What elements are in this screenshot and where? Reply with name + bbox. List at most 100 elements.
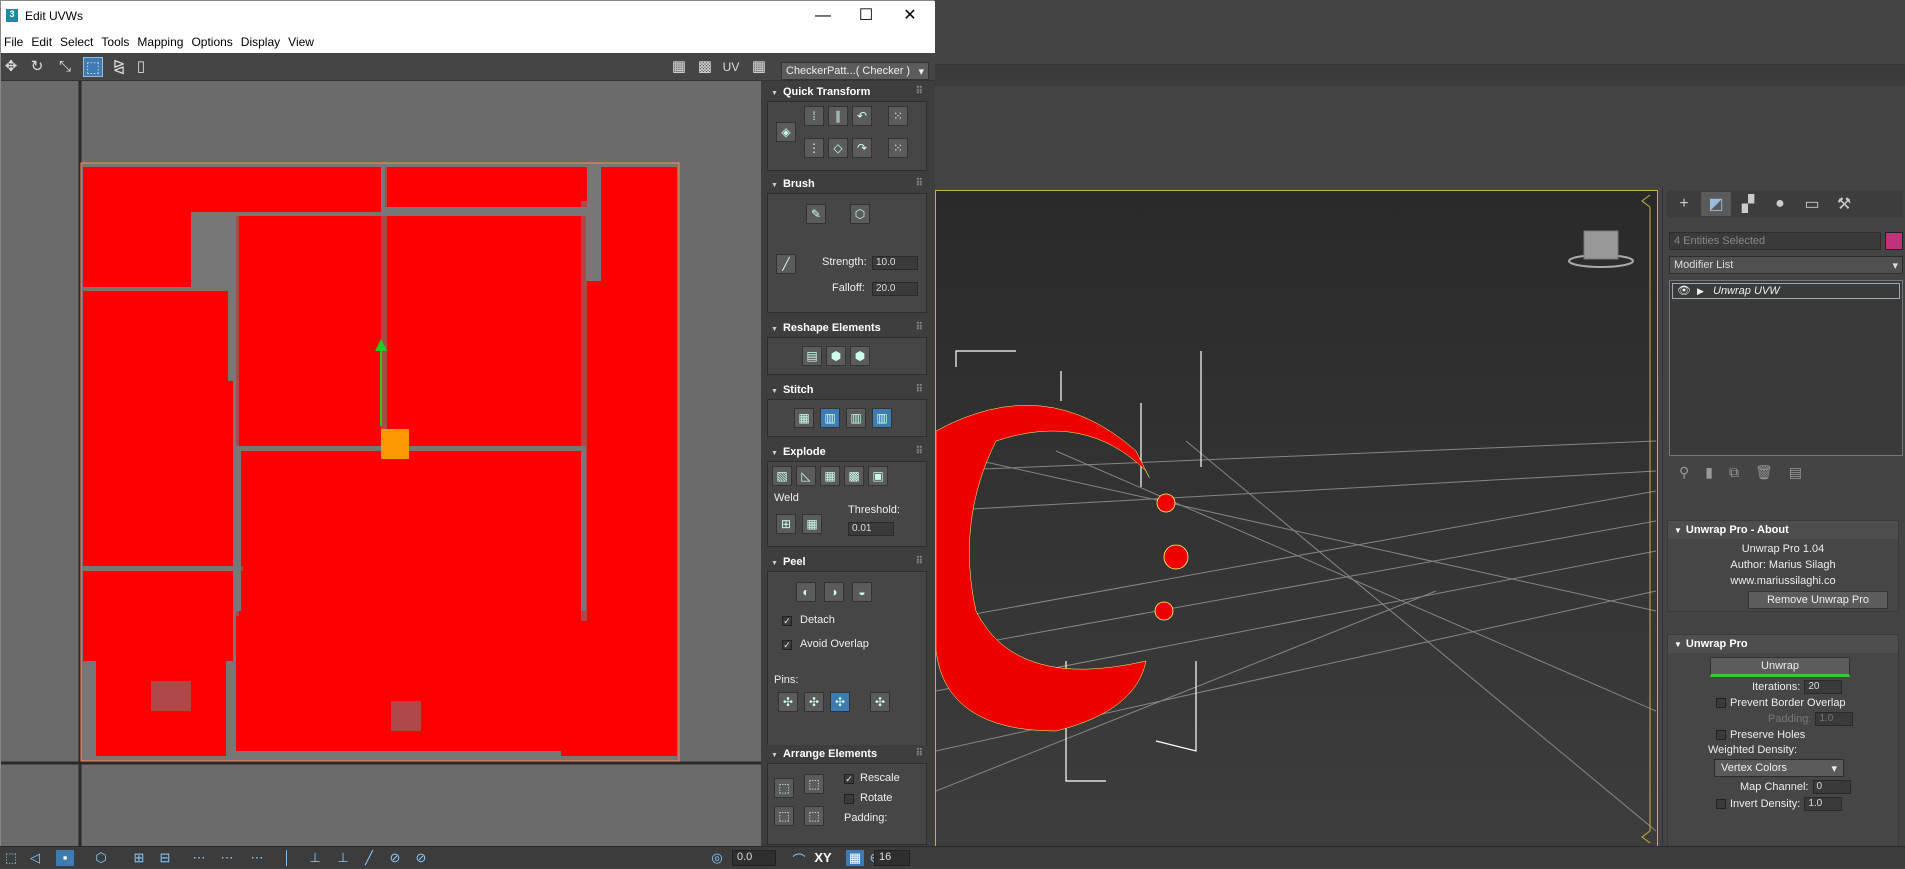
- flatten-by-angle-icon[interactable]: ▩: [844, 466, 864, 486]
- break-icon[interactable]: ▣: [868, 466, 888, 486]
- break-by-smoothing-icon[interactable]: ◺: [796, 466, 816, 486]
- rollout-header[interactable]: ▼ Stitch ⠿: [767, 381, 927, 399]
- make-unique-icon[interactable]: ⧉: [1729, 464, 1739, 484]
- show-map-icon[interactable]: ▩: [695, 57, 715, 77]
- close-button[interactable]: ✕: [893, 5, 927, 27]
- rescale-checkbox[interactable]: ✓: [844, 774, 854, 784]
- rollout-header[interactable]: ▼ Arrange Elements ⠿: [767, 745, 927, 763]
- scale-icon[interactable]: ⤡: [55, 57, 75, 77]
- pick-texture-icon[interactable]: ▦: [749, 57, 769, 77]
- rollout-header[interactable]: ▼ Quick Transform ⠿: [767, 83, 927, 101]
- viewcube-icon[interactable]: [1568, 230, 1634, 268]
- grid-snap-icon[interactable]: ▦: [846, 850, 864, 866]
- weld-selected-icon[interactable]: ⊞: [776, 514, 796, 534]
- grow-selection-icon[interactable]: ⊞: [130, 850, 148, 866]
- align-horizontal-icon[interactable]: ⁞: [804, 106, 824, 126]
- uv-editor-canvas[interactable]: [1, 81, 761, 847]
- density-source-dropdown[interactable]: Vertex Colors ▾: [1714, 759, 1844, 777]
- break-by-material-icon[interactable]: ▦: [820, 466, 840, 486]
- menu-options[interactable]: Options: [188, 35, 237, 49]
- motion-tab-icon[interactable]: ●: [1765, 192, 1795, 216]
- selected-island[interactable]: [381, 429, 409, 459]
- unwrap-button[interactable]: Unwrap: [1710, 657, 1850, 677]
- ring-icon[interactable]: ⋯: [218, 850, 236, 866]
- configure-sets-icon[interactable]: ▤: [1789, 464, 1802, 484]
- object-color-swatch[interactable]: [1885, 232, 1903, 250]
- relax-until-flat-icon[interactable]: ⬢: [850, 346, 870, 366]
- pack-together-icon[interactable]: ⬚: [804, 774, 824, 794]
- brush-line-icon[interactable]: ╱: [776, 254, 796, 274]
- perspective-viewport[interactable]: [935, 190, 1658, 848]
- padding-spinner[interactable]: 1.0: [1815, 712, 1854, 726]
- loop-icon[interactable]: ⋯: [190, 850, 208, 866]
- axis-toggle[interactable]: XY: [810, 850, 836, 866]
- menu-file[interactable]: File: [1, 35, 28, 49]
- rotate-checkbox[interactable]: [844, 794, 854, 804]
- display-tab-icon[interactable]: ▭: [1797, 192, 1827, 216]
- checker-toggle-icon[interactable]: ▦: [669, 57, 689, 77]
- flip-icon[interactable]: ▯: [131, 57, 151, 77]
- uv-toggle[interactable]: UV: [721, 57, 741, 77]
- straighten-selection-icon[interactable]: ▤: [802, 346, 822, 366]
- expand-arrow-icon[interactable]: ▶: [1697, 284, 1704, 298]
- rotate-cw-icon[interactable]: ↷: [852, 138, 872, 158]
- stack-item-unwrap-uvw[interactable]: 👁 ▶ Unwrap UVW: [1672, 283, 1900, 299]
- texture-dropdown[interactable]: CheckerPatt...( Checker ) ▾: [781, 62, 929, 80]
- set-pivot-icon[interactable]: ◈: [776, 122, 796, 142]
- stitch-average-icon[interactable]: ▥: [846, 408, 866, 428]
- straighten-icon[interactable]: ◇: [828, 138, 848, 158]
- arc-icon[interactable]: ⌒: [790, 850, 808, 868]
- invert-density-checkbox[interactable]: [1716, 799, 1726, 809]
- iterations-spinner[interactable]: 20: [1804, 680, 1843, 694]
- title-bar[interactable]: 3 Edit UVWs — ☐ ✕: [1, 1, 935, 31]
- strength-spinner[interactable]: 10.0: [872, 256, 918, 270]
- menu-display[interactable]: Display: [238, 35, 285, 49]
- pin-edge-icon[interactable]: ✣: [804, 692, 824, 712]
- reset-peel-icon[interactable]: ◒: [852, 582, 872, 602]
- menu-tools[interactable]: Tools: [98, 35, 134, 49]
- menu-select[interactable]: Select: [57, 35, 98, 49]
- quick-peel-icon[interactable]: ◐: [796, 582, 816, 602]
- rollout-header[interactable]: ▼ Peel ⠿: [767, 553, 927, 571]
- soft-select-icon[interactable]: ⊘: [386, 850, 404, 866]
- avoid-overlap-checkbox[interactable]: ✓: [782, 640, 792, 650]
- rollout-header[interactable]: ▼ Brush ⠿: [767, 175, 927, 193]
- remove-modifier-icon[interactable]: 🗑: [1755, 464, 1773, 484]
- break-by-polygroups-icon[interactable]: ▧: [772, 466, 792, 486]
- rollout-header[interactable]: ▼ Unwrap Pro - About: [1668, 521, 1898, 539]
- align-extra-icon[interactable]: ⁙: [888, 106, 908, 126]
- remove-unwrap-pro-button[interactable]: Remove Unwrap Pro: [1748, 591, 1888, 609]
- grid-value-field[interactable]: 16: [874, 850, 910, 866]
- mirror-icon[interactable]: ⧎: [109, 57, 129, 77]
- detach-checkbox[interactable]: ✓: [782, 616, 792, 626]
- pack-normalize-icon[interactable]: ⬚: [774, 778, 794, 798]
- paint-select-icon[interactable]: ◁: [26, 850, 44, 866]
- create-tab-icon[interactable]: +: [1669, 192, 1699, 216]
- align-vertical-icon[interactable]: ⋮: [804, 138, 824, 158]
- hierarchy-tab-icon[interactable]: ▞: [1733, 192, 1763, 216]
- paint-move-icon[interactable]: ✎: [806, 204, 826, 224]
- modifier-list-dropdown[interactable]: Modifier List ▾: [1669, 256, 1903, 274]
- weld-target-icon[interactable]: ▦: [802, 514, 822, 534]
- rollout-header[interactable]: ▼ Unwrap Pro: [1668, 635, 1898, 653]
- invert-density-spinner[interactable]: 1.0: [1804, 797, 1843, 811]
- shrink-selection-icon[interactable]: ⊟: [156, 850, 174, 866]
- selection-name-field[interactable]: 4 Entities Selected: [1669, 232, 1881, 250]
- relax-brush-icon[interactable]: ⬡: [850, 204, 870, 224]
- stitch-custom-icon[interactable]: ▦: [794, 408, 814, 428]
- threshold-spinner[interactable]: 0.01: [848, 522, 894, 536]
- menu-mapping[interactable]: Mapping: [134, 35, 188, 49]
- space-vertical-icon[interactable]: ⁙: [888, 138, 908, 158]
- rotation-snap-icon[interactable]: ◎: [708, 850, 726, 866]
- menu-edit[interactable]: Edit: [28, 35, 57, 49]
- menu-view[interactable]: View: [285, 35, 319, 49]
- prevent-border-checkbox[interactable]: [1716, 698, 1726, 708]
- weld-bottom-icon[interactable]: ⊥: [306, 850, 324, 866]
- falloff-spinner[interactable]: 20.0: [872, 282, 918, 296]
- move-icon[interactable]: ✥: [1, 57, 21, 77]
- show-end-result-icon[interactable]: ▮: [1705, 464, 1713, 484]
- pack-recent-icon[interactable]: ⬚: [804, 806, 824, 826]
- website-link[interactable]: www.mariussilaghi.co: [1668, 575, 1898, 587]
- maximize-button[interactable]: ☐: [849, 5, 883, 27]
- brush-bottom-icon[interactable]: ╱: [360, 850, 378, 866]
